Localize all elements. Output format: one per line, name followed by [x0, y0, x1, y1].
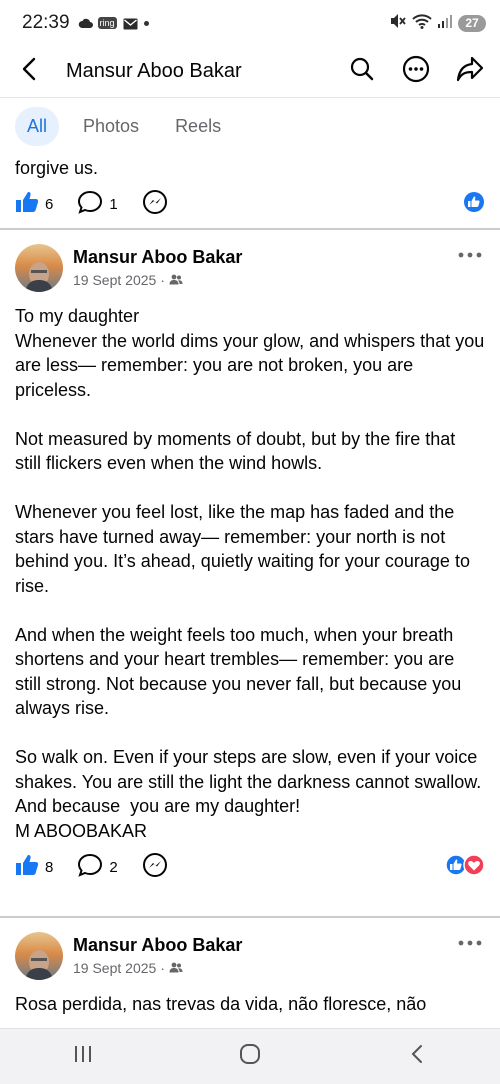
messenger-icon	[142, 189, 168, 220]
send-button[interactable]	[142, 852, 168, 883]
send-button[interactable]	[142, 189, 168, 220]
share-icon	[456, 56, 484, 87]
post-card: forgive us. 6 1	[0, 154, 500, 225]
recent-apps-icon	[73, 1045, 93, 1068]
audience-friends-icon	[169, 960, 183, 976]
comment-count: 2	[109, 858, 118, 876]
post-more-button[interactable]	[455, 242, 485, 266]
post-date[interactable]: 19 Sept 2025	[73, 960, 156, 976]
filter-tabs: All Photos Reels	[0, 99, 500, 153]
post-more-button[interactable]	[455, 930, 485, 954]
ring-app-icon: ring	[97, 17, 117, 29]
like-thumb-icon	[15, 854, 39, 881]
wifi-icon	[412, 13, 432, 34]
tab-reels[interactable]: Reels	[163, 107, 233, 146]
like-count: 6	[45, 196, 54, 213]
comment-count: 1	[109, 196, 118, 213]
more-horizontal-icon	[458, 245, 482, 263]
more-notifications-dot-icon	[143, 20, 149, 26]
comment-icon	[77, 853, 103, 882]
post-text: Rosa perdida, nas trevas da vida, não fl…	[15, 994, 427, 1014]
share-button[interactable]	[454, 56, 486, 88]
reaction-summary[interactable]	[463, 191, 485, 218]
post-header: Mansur Aboo Bakar 19 Sept 2025 ·	[0, 920, 500, 986]
signal-icon	[437, 14, 453, 33]
meta-separator: ·	[160, 272, 165, 288]
home-button[interactable]	[220, 1037, 280, 1077]
post-date-line: 19 Sept 2025 ·	[73, 960, 455, 976]
post-text: forgive us.	[15, 158, 99, 178]
status-bar: 22:39 ring 27	[0, 0, 500, 46]
system-back-button[interactable]	[387, 1037, 447, 1077]
cloud-icon	[78, 18, 93, 28]
system-navigation-bar	[0, 1028, 500, 1084]
notification-icons: ring	[78, 17, 149, 30]
post-date-line: 19 Sept 2025 ·	[73, 272, 455, 288]
status-time: 22:39	[22, 12, 70, 33]
post-date[interactable]: 19 Sept 2025	[73, 272, 156, 288]
system-icons: 27	[389, 13, 486, 34]
comment-button[interactable]: 1	[77, 190, 118, 219]
home-icon	[239, 1043, 261, 1070]
reaction-summary[interactable]	[445, 853, 485, 881]
audience-friends-icon	[169, 272, 183, 288]
battery-indicator: 27	[458, 14, 486, 32]
post-header: Mansur Aboo Bakar 19 Sept 2025 ·	[0, 232, 500, 298]
like-button[interactable]: 8	[15, 854, 53, 881]
page-header: Mansur Aboo Bakar	[0, 46, 500, 98]
post-actions: 8 2	[0, 847, 500, 887]
comment-button[interactable]: 2	[77, 853, 118, 882]
like-reaction-icon	[463, 191, 485, 218]
search-button[interactable]	[346, 56, 378, 88]
like-count: 8	[45, 858, 54, 876]
post-actions: 6 1	[0, 185, 500, 225]
mute-icon	[389, 13, 407, 34]
back-arrow-icon	[22, 57, 36, 86]
post-card: Mansur Aboo Bakar 19 Sept 2025 · Rosa pe…	[0, 920, 500, 1028]
more-options-button[interactable]	[400, 55, 432, 88]
chevron-left-icon	[410, 1044, 424, 1069]
avatar[interactable]	[15, 932, 63, 980]
post-author[interactable]: Mansur Aboo Bakar	[73, 934, 455, 956]
comment-icon	[77, 190, 103, 219]
post-card: Mansur Aboo Bakar 19 Sept 2025 · To my d…	[0, 232, 500, 887]
more-circle-icon	[402, 55, 430, 88]
like-thumb-icon	[15, 191, 39, 218]
post-text: To my daughter Whenever the world dims y…	[15, 306, 485, 841]
back-button[interactable]	[0, 46, 58, 98]
mail-icon	[123, 17, 138, 30]
messenger-icon	[142, 852, 168, 883]
tab-photos[interactable]: Photos	[71, 107, 151, 146]
page-title: Mansur Aboo Bakar	[66, 60, 242, 82]
like-button[interactable]: 6	[15, 191, 53, 218]
more-horizontal-icon	[458, 933, 482, 951]
avatar[interactable]	[15, 244, 63, 292]
recent-apps-button[interactable]	[53, 1037, 113, 1077]
tab-all[interactable]: All	[15, 106, 60, 146]
meta-separator: ·	[160, 960, 165, 976]
post-author[interactable]: Mansur Aboo Bakar	[73, 246, 455, 268]
love-reaction-icon	[463, 853, 485, 881]
search-icon	[350, 57, 374, 86]
